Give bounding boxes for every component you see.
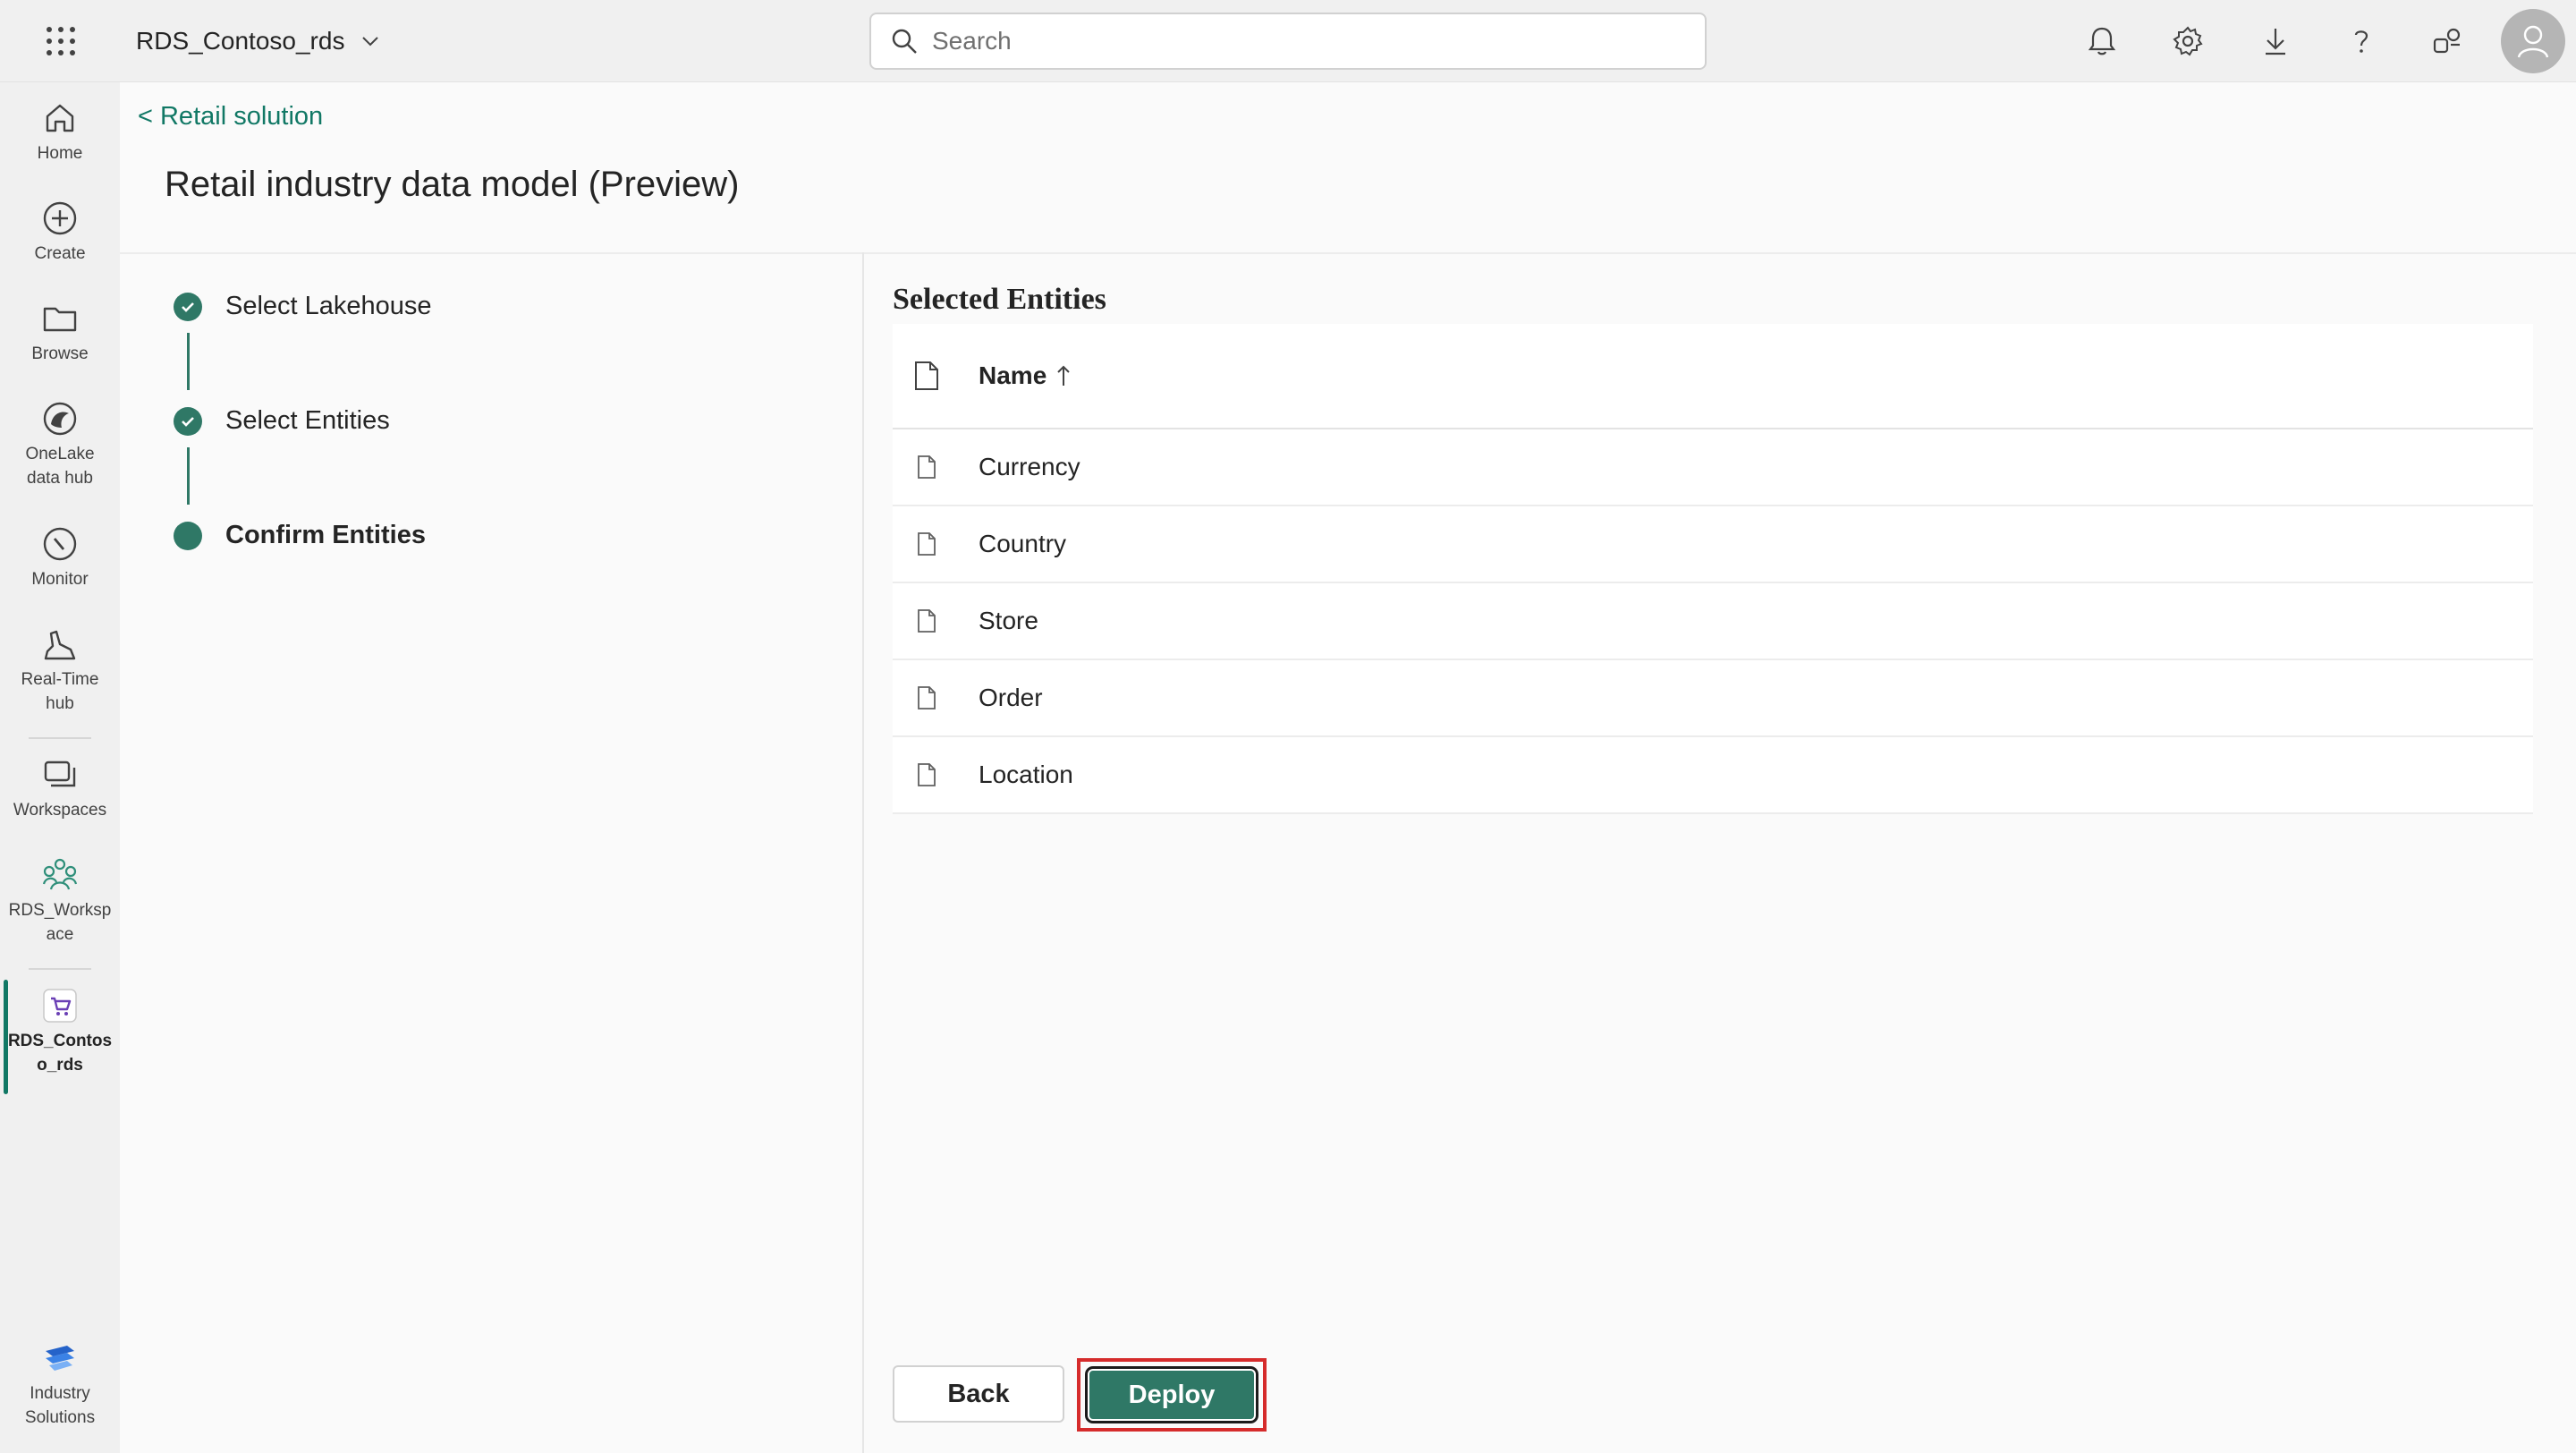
home-icon: [46, 104, 74, 132]
step-label: Select Entities: [225, 406, 390, 435]
workspaces-icon: [44, 760, 76, 787]
table-row[interactable]: Store: [893, 583, 2533, 660]
nav-workspaces[interactable]: Workspaces: [0, 755, 120, 822]
workspace-people-icon: [42, 858, 78, 890]
nav-industry-solutions[interactable]: Industry Solutions: [0, 1338, 120, 1430]
check-icon: [174, 292, 202, 321]
person-icon: [2517, 25, 2549, 58]
entity-name: Location: [979, 760, 1073, 788]
step-label: Confirm Entities: [225, 521, 426, 549]
back-button[interactable]: Back: [893, 1365, 1064, 1423]
plus-circle-icon: [43, 201, 77, 235]
nav-label: Industry Solutions: [24, 1384, 96, 1427]
name-column-header[interactable]: Name: [979, 361, 1072, 390]
nav-label: RDS_Contoso_rds: [7, 1032, 113, 1075]
page-title: Retail industry data model (Preview): [165, 165, 740, 204]
step-confirm-entities: Confirm Entities: [174, 521, 426, 550]
table-row[interactable]: Currency: [893, 429, 2533, 506]
sort-ascending-icon: [1057, 365, 1070, 386]
entity-file-icon: [912, 682, 941, 714]
entity-name: Country: [979, 530, 1067, 557]
step-label: Select Lakehouse: [225, 292, 432, 320]
left-navigation: Home Create Browse OneLake data hub Moni…: [0, 82, 120, 1453]
current-step-dot-icon: [174, 521, 202, 550]
search-input[interactable]: [932, 27, 1665, 55]
deploy-button[interactable]: Deploy: [1088, 1369, 1256, 1421]
entity-name: Order: [979, 684, 1043, 711]
step-select-lakehouse: Select Lakehouse: [174, 292, 432, 321]
step-connector: [187, 333, 190, 390]
nav-label: OneLake data hub: [25, 445, 95, 488]
step-connector: [187, 447, 190, 505]
app-launcher-icon[interactable]: [45, 25, 77, 57]
realtime-hub-icon: [44, 630, 76, 660]
nav-onelake-data-hub[interactable]: OneLake data hub: [0, 399, 120, 490]
table-row[interactable]: Country: [893, 506, 2533, 583]
check-icon: [174, 406, 202, 436]
entity-name: Store: [979, 607, 1038, 634]
entity-file-icon: [912, 451, 941, 483]
entity-name: Currency: [979, 453, 1080, 480]
feedback-share-icon[interactable]: [2429, 23, 2465, 59]
entities-table: Name Currency Country Store Order Locati…: [893, 324, 2533, 814]
search-icon: [892, 29, 917, 54]
table-row[interactable]: Location: [893, 737, 2533, 814]
nav-real-time-hub[interactable]: Real-Time hub: [0, 625, 120, 716]
nav-label: Real-Time hub: [21, 670, 99, 713]
workspace-switcher[interactable]: RDS_Contoso_rds: [136, 25, 380, 57]
retail-cart-icon: [43, 989, 77, 1023]
entity-file-icon: [912, 605, 941, 637]
nav-browse[interactable]: Browse: [0, 299, 120, 366]
nav-monitor[interactable]: Monitor: [0, 524, 120, 591]
nav-divider: [29, 737, 91, 739]
download-icon[interactable]: [2258, 23, 2293, 59]
nav-label: Workspaces: [13, 801, 107, 820]
panel-divider: [862, 252, 864, 1453]
nav-rds-workspace[interactable]: RDS_Workspace: [0, 855, 120, 947]
user-avatar[interactable]: [2501, 9, 2565, 73]
column-header-label: Name: [979, 361, 1047, 389]
nav-divider: [29, 968, 91, 970]
monitor-icon: [43, 527, 77, 561]
back-to-retail-solution-link[interactable]: < Retail solution: [138, 102, 323, 132]
step-select-entities: Select Entities: [174, 406, 390, 436]
folder-icon: [43, 307, 77, 332]
notifications-bell-icon[interactable]: [2084, 23, 2120, 59]
selected-entities-title: Selected Entities: [893, 283, 1106, 316]
onelake-icon: [43, 402, 77, 436]
header-divider: [120, 252, 2576, 254]
entity-file-icon: [912, 759, 941, 791]
help-icon[interactable]: [2343, 23, 2379, 59]
nav-label: Monitor: [31, 570, 89, 589]
nav-label: Home: [37, 144, 83, 163]
entity-file-icon: [912, 528, 941, 560]
nav-label: Create: [34, 244, 86, 263]
search-box[interactable]: [869, 13, 1707, 70]
top-bar: RDS_Contoso_rds: [0, 0, 2576, 82]
table-row[interactable]: Order: [893, 660, 2533, 737]
nav-home[interactable]: Home: [0, 98, 120, 166]
nav-label: Browse: [31, 344, 89, 363]
nav-label: RDS_Workspace: [8, 901, 112, 944]
settings-gear-icon[interactable]: [2170, 23, 2206, 59]
industry-solutions-icon: [46, 1346, 74, 1371]
chevron-down-icon: [362, 37, 379, 47]
nav-create[interactable]: Create: [0, 199, 120, 266]
table-header: Name: [893, 324, 2533, 429]
workspace-name: RDS_Contoso_rds: [136, 27, 345, 55]
nav-rds-contoso-rds[interactable]: RDS_Contoso_rds: [0, 986, 120, 1077]
file-type-icon: [912, 360, 941, 392]
